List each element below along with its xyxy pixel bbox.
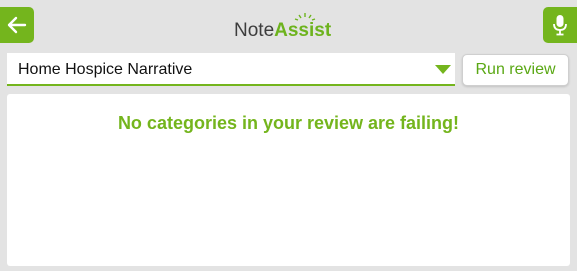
logo-text-note: Note (234, 20, 275, 41)
app-logo: Note Assist (234, 13, 332, 44)
logo-text-assist-label: Assist (274, 20, 332, 41)
logo-text-assist: Assist (274, 13, 332, 41)
arrow-left-icon (7, 16, 27, 34)
narrative-type-value: Home Hospice Narrative (18, 61, 193, 78)
logo-sparkle-icon (294, 13, 316, 21)
microphone-button[interactable] (543, 7, 577, 43)
review-results-panel: No categories in your review are failing… (7, 94, 570, 266)
run-review-button[interactable]: Run review (462, 54, 569, 86)
dropdown-arrow-icon (435, 65, 451, 74)
review-status-message: No categories in your review are failing… (117, 113, 460, 133)
microphone-icon (553, 15, 567, 36)
top-bar: Note Assist (0, 0, 577, 48)
narrative-type-select[interactable]: Home Hospice Narrative (7, 53, 455, 86)
back-button[interactable] (0, 7, 34, 43)
